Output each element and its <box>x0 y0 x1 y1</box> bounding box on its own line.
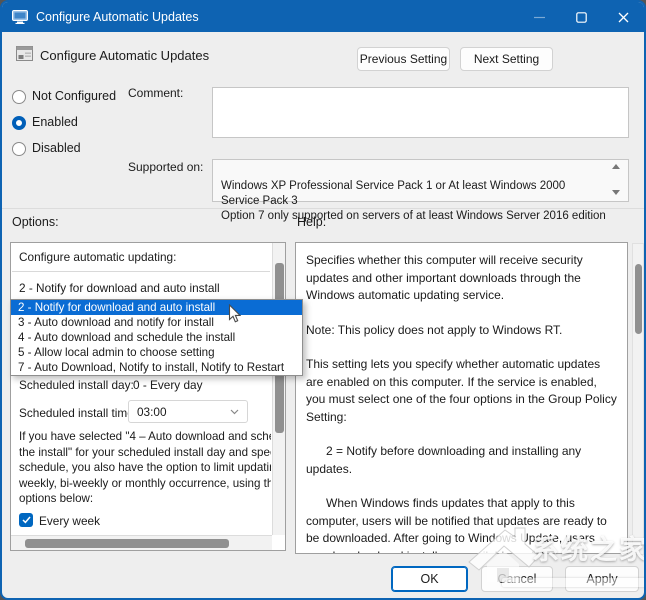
supported-on-box: Windows XP Professional Service Pack 1 o… <box>212 159 629 202</box>
options-panel: Configure automatic updating: 2 - Notify… <box>10 242 286 551</box>
cancel-button[interactable]: Cancel <box>481 566 553 592</box>
install-time-combobox[interactable]: 03:00 <box>128 400 248 423</box>
help-panel: Specifies whether this computer will rec… <box>295 242 628 554</box>
help-label: Help: <box>297 215 326 229</box>
options-horizontal-scrollbar[interactable] <box>11 535 272 550</box>
policy-title: Configure Automatic Updates <box>40 48 209 63</box>
comment-label: Comment: <box>128 86 183 100</box>
automatic-updating-label: Configure automatic updating: <box>19 250 176 264</box>
automatic-updating-combobox[interactable]: 2 - Notify for download and auto install <box>19 281 220 295</box>
maximize-button[interactable] <box>560 2 602 32</box>
close-icon <box>618 12 629 23</box>
radio-enabled[interactable] <box>12 116 26 130</box>
minimize-icon <box>534 12 545 23</box>
minimize-button[interactable] <box>518 2 560 32</box>
policy-setting-icon <box>16 46 33 61</box>
section-divider <box>2 208 644 209</box>
dropdown-item[interactable]: 2 - Notify for download and auto install <box>11 300 302 315</box>
automatic-updating-dropdown: 2 - Notify for download and auto install… <box>10 299 303 376</box>
dropdown-item[interactable]: 4 - Auto download and schedule the insta… <box>11 330 302 345</box>
help-vertical-scrollbar-thumb[interactable] <box>635 264 642 334</box>
scroll-down-icon[interactable] <box>612 190 620 195</box>
ok-button[interactable]: OK <box>391 566 468 592</box>
app-monitor-icon <box>12 10 28 24</box>
policy-dialog-window: Configure Automatic Updates Configure Au… <box>0 0 646 600</box>
close-button[interactable] <box>602 2 644 32</box>
install-day-label: Scheduled install day: <box>19 378 134 392</box>
chevron-down-icon <box>230 409 239 415</box>
help-vertical-scrollbar[interactable] <box>632 243 644 555</box>
help-paragraph: Note: This policy does not apply to Wind… <box>306 322 617 340</box>
radio-enabled-label: Enabled <box>32 115 78 129</box>
window-controls <box>518 2 644 32</box>
radio-disabled-label: Disabled <box>32 141 81 155</box>
help-paragraph: 2 = Notify before downloading and instal… <box>306 443 617 478</box>
supported-on-label: Supported on: <box>128 160 203 174</box>
options-label: Options: <box>12 215 59 229</box>
scroll-up-icon[interactable] <box>612 164 620 169</box>
next-setting-button[interactable]: Next Setting <box>460 47 553 71</box>
radio-not-configured-label: Not Configured <box>32 89 116 103</box>
help-paragraph: Specifies whether this computer will rec… <box>306 252 617 305</box>
schedule-note-text: If you have selected "4 – Auto download … <box>19 429 271 511</box>
install-time-value: 03:00 <box>137 405 167 419</box>
comment-input[interactable] <box>212 87 629 138</box>
options-horizontal-scrollbar-thumb[interactable] <box>25 539 229 548</box>
options-vertical-scrollbar[interactable] <box>272 243 285 535</box>
supported-on-text: Windows XP Professional Service Pack 1 o… <box>221 180 606 222</box>
radio-not-configured[interactable] <box>12 90 26 104</box>
previous-setting-button[interactable]: Previous Setting <box>357 47 450 71</box>
dropdown-item[interactable]: 7 - Auto Download, Notify to install, No… <box>11 360 302 375</box>
help-text: Specifies whether this computer will rec… <box>296 243 627 553</box>
window-title: Configure Automatic Updates <box>36 10 199 24</box>
maximize-icon <box>576 12 587 23</box>
dropdown-item[interactable]: 5 - Allow local admin to choose setting <box>11 345 302 360</box>
every-week-label: Every week <box>39 514 100 528</box>
help-paragraph: When Windows finds updates that apply to… <box>306 495 617 553</box>
dropdown-item[interactable]: 3 - Auto download and notify for install <box>11 315 302 330</box>
combo-separator <box>12 271 270 272</box>
install-time-label: Scheduled install time: <box>19 406 137 420</box>
apply-button[interactable]: Apply <box>565 566 639 592</box>
checkmark-icon <box>22 516 31 524</box>
mouse-cursor-icon <box>228 304 241 324</box>
every-week-checkbox[interactable] <box>19 513 33 527</box>
install-day-value[interactable]: 0 - Every day <box>133 378 203 392</box>
help-paragraph: This setting lets you specify whether au… <box>306 356 617 426</box>
radio-disabled[interactable] <box>12 142 26 156</box>
title-bar[interactable]: Configure Automatic Updates <box>2 2 644 32</box>
